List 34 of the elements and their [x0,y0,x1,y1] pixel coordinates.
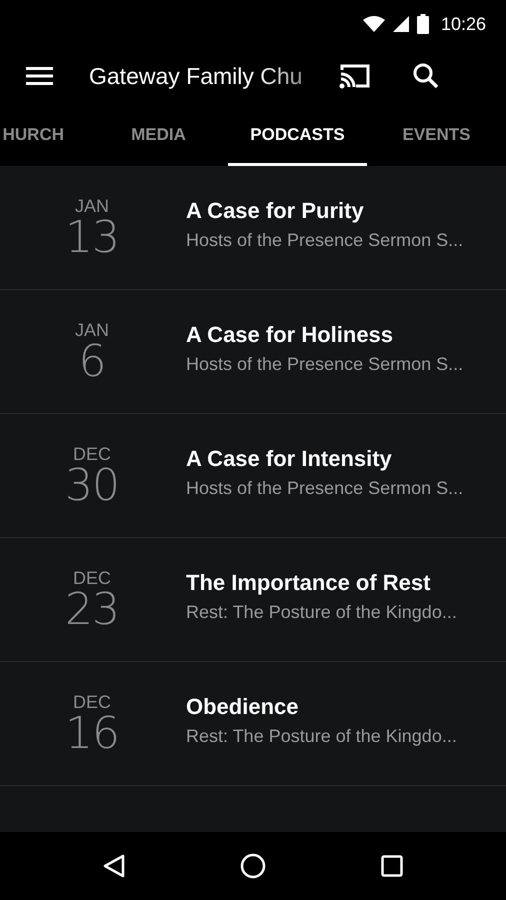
series-name: Hosts of the Presence Sermon S... [186,478,464,499]
date-month: DEC [72,568,111,589]
podcast-title[interactable]: A Case for Holiness [186,322,464,348]
podcast-title[interactable]: Obedience [186,694,457,720]
battery-icon [416,14,429,34]
cast-icon[interactable] [339,63,371,89]
date-day: 13 [65,217,119,259]
signal-icon [392,16,409,32]
series-name: Hosts of the Presence Sermon S... [186,354,464,375]
date-month: DEC [72,692,111,713]
tab[interactable]: EVENTS [367,104,506,166]
clock-time: 10:26 [440,14,486,34]
tab[interactable]: MEDIA [89,104,228,166]
app-title: Gateway Family Chu [89,62,304,90]
back-icon[interactable] [103,854,125,878]
date-day: 6 [78,341,106,383]
podcast-title[interactable]: A Case for Purity [186,198,464,224]
date-day: 30 [65,465,119,507]
date-month: DEC [72,444,111,465]
series-name: Rest: The Posture of the Kingdo... [186,726,457,747]
menu-icon[interactable] [26,66,53,86]
tab[interactable]: HURCH [0,104,92,166]
series-name: Rest: The Posture of the Kingdo... [186,602,457,623]
date-day: 23 [65,589,119,631]
podcast-title[interactable]: A Case for Intensity [186,446,464,472]
recents-icon[interactable] [381,855,403,877]
date-month: JAN [74,320,109,341]
series-name: Hosts of the Presence Sermon S... [186,230,464,251]
date-month: JAN [74,196,109,217]
podcast-title[interactable]: The Importance of Rest [186,570,457,596]
date-day: 16 [65,713,119,755]
home-icon[interactable] [240,853,266,879]
wifi-icon [362,16,385,32]
search-icon[interactable] [413,63,439,89]
